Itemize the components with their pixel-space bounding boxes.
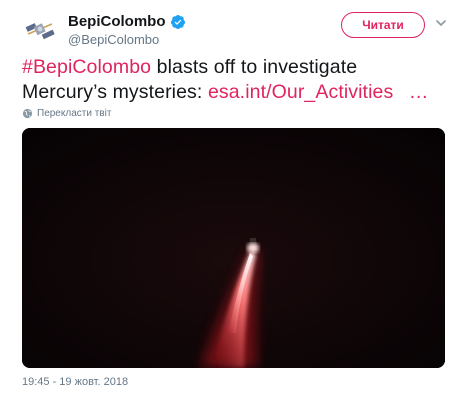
rocket-launch-image[interactable] xyxy=(22,128,445,368)
tweet-text: #BepiColombo blasts off to investigate M… xyxy=(22,55,452,105)
tweet-text-line2: Mercury’s mysteries: xyxy=(22,81,208,103)
translate-label: Перекласти твіт xyxy=(37,108,112,119)
spacecraft-icon xyxy=(25,23,55,40)
chevron-down-icon[interactable] xyxy=(434,16,448,30)
verified-badge-icon xyxy=(170,14,185,29)
truncate-ellipsis[interactable]: … xyxy=(409,81,429,103)
user-handle[interactable]: @BepiColombo xyxy=(68,32,159,47)
translate-tweet[interactable]: Перекласти твіт xyxy=(22,108,111,119)
globe-icon xyxy=(22,108,33,119)
avatar[interactable] xyxy=(22,12,58,48)
follow-button[interactable]: Читати xyxy=(341,12,425,38)
name-row: BepiColombo xyxy=(68,13,186,30)
display-name[interactable]: BepiColombo xyxy=(68,13,166,30)
url-link[interactable]: esa.int/Our_Activities xyxy=(208,81,393,103)
tweet-timestamp[interactable]: 19:45 - 19 жовт. 2018 xyxy=(22,376,128,388)
hashtag-link[interactable]: #BepiColombo xyxy=(22,56,151,78)
tweet-text-line1: blasts off to investigate xyxy=(151,56,358,78)
